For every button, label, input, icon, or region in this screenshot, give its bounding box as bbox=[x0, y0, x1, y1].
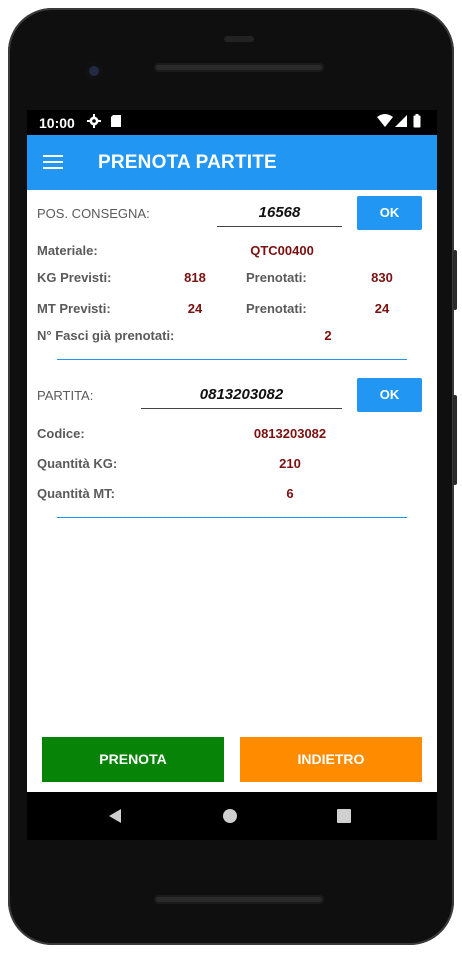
wifi-icon bbox=[377, 114, 393, 131]
mt-previsti-label: MT Previsti: bbox=[37, 301, 111, 316]
fasci-label: N° Fasci già prenotati: bbox=[37, 328, 175, 343]
front-camera bbox=[86, 63, 102, 79]
section-divider bbox=[57, 517, 407, 518]
quantita-kg-value: 210 bbox=[279, 456, 301, 471]
partita-input[interactable]: 0813203082 bbox=[141, 382, 342, 409]
indietro-button[interactable]: INDIETRO bbox=[240, 737, 422, 782]
status-time: 10:00 bbox=[39, 115, 75, 131]
app-bar: PRENOTA PARTITE bbox=[27, 135, 437, 190]
bottom-speaker bbox=[154, 895, 324, 904]
status-bar: 10:00 bbox=[27, 110, 437, 135]
recents-icon[interactable] bbox=[337, 809, 351, 823]
earpiece-speaker bbox=[154, 63, 324, 72]
system-nav-bar bbox=[27, 792, 437, 840]
home-icon[interactable] bbox=[223, 809, 237, 823]
mt-prenotati-value: 24 bbox=[374, 301, 390, 316]
pos-consegna-label: POS. CONSEGNA: bbox=[37, 206, 150, 221]
materiale-label: Materiale: bbox=[37, 243, 98, 258]
power-button bbox=[453, 395, 457, 485]
partita-label: PARTITA: bbox=[37, 388, 94, 403]
kg-prenotati-label: Prenotati: bbox=[246, 270, 307, 285]
volume-button bbox=[453, 250, 457, 310]
sd-card-icon bbox=[110, 114, 122, 131]
partita-ok-button[interactable]: OK bbox=[357, 378, 422, 412]
materiale-value: QTC00400 bbox=[250, 243, 314, 258]
kg-prenotati-value: 830 bbox=[371, 270, 393, 285]
prenota-button[interactable]: PRENOTA bbox=[42, 737, 224, 782]
battery-icon bbox=[413, 114, 421, 131]
app-screen: 10:00 PRENOTA PARTITE POS. CONSEGNA: 165… bbox=[27, 110, 437, 792]
signal-icon bbox=[395, 114, 407, 131]
codice-label: Codice: bbox=[37, 426, 85, 441]
quantita-kg-label: Quantità KG: bbox=[37, 456, 118, 471]
fasci-value: 2 bbox=[324, 328, 332, 343]
codice-value: 0813203082 bbox=[253, 426, 327, 441]
quantita-mt-value: 6 bbox=[286, 486, 294, 501]
pos-consegna-input[interactable]: 16568 bbox=[217, 200, 342, 227]
section-divider bbox=[57, 359, 407, 360]
kg-previsti-label: KG Previsti: bbox=[37, 270, 112, 285]
kg-previsti-value: 818 bbox=[184, 270, 206, 285]
mt-previsti-value: 24 bbox=[187, 301, 203, 316]
hamburger-menu-icon[interactable] bbox=[43, 155, 63, 169]
phone-top-slit bbox=[224, 36, 254, 42]
quantita-mt-label: Quantità MT: bbox=[37, 486, 115, 501]
mt-prenotati-label: Prenotati: bbox=[246, 301, 307, 316]
page-title: PRENOTA PARTITE bbox=[98, 152, 277, 173]
consegna-ok-button[interactable]: OK bbox=[357, 196, 422, 230]
settings-icon bbox=[87, 114, 101, 131]
back-icon[interactable] bbox=[109, 809, 121, 823]
